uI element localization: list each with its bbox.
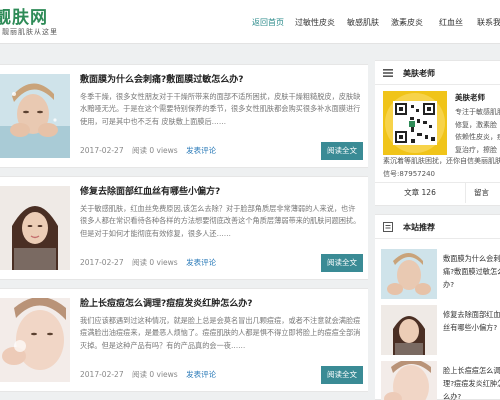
widget-title: 本站推荐 (403, 223, 435, 232)
post-thumbnail[interactable] (0, 186, 70, 270)
recommend-widget: 本站推荐 敷面膜为什么会刺痛?敷面膜过敏怎么办? 修复去除面部红血丝有哪些小偏方… (375, 214, 500, 400)
comment-count[interactable]: 留言 (465, 183, 500, 203)
logo-subtitle: 靓丽肌肤从这里 (2, 28, 58, 36)
post-excerpt: 关于敏感肌肤，红血丝免费原因,该怎么去除？对于脸部角质层非常薄弱的人来说，也许很… (80, 204, 361, 238)
post-card: 修复去除面部红血丝有哪些小偏方? 关于敏感肌肤，红血丝免费原因,该怎么去除？对于… (0, 176, 368, 280)
post-comment-link[interactable]: 发表评论 (186, 370, 216, 379)
recommend-title[interactable]: 修复去除面部红血丝有哪些小偏方? (443, 308, 500, 348)
author-bio-line: 修复，激素脸 (455, 120, 497, 129)
author-widget: 美肤老师 美肤老师 专注于敏感肌肤 修复，激素脸 依赖性皮炎，痘 复治疗，擦脸 (375, 60, 500, 206)
qr-code-icon (383, 91, 447, 155)
author-name[interactable]: 美肤老师 (455, 92, 485, 103)
site-header: 靓肤网 靓丽肌肤从这里 返回首页 过敏性皮炎 敏感肌肤 激素皮炎 红血丝 联系我 (0, 0, 500, 44)
recommend-thumbnail[interactable] (381, 305, 437, 355)
read-more-button[interactable]: 阅读全文 (321, 142, 363, 160)
recommend-item[interactable]: 脸上长痘痘怎么调理?痘痘发炎红肿怎么办? (381, 361, 500, 400)
author-bio-line: 素沉着等肌肤困扰，还你自信美丽肌肤 (383, 157, 500, 165)
nav-item-red-capillaries[interactable]: 红血丝 (439, 17, 463, 28)
nav-item-home[interactable]: 返回首页 (252, 17, 284, 28)
post-excerpt: 我们应该都遇到过这种情况，就是脸上总是会莫名冒出几颗痘痘，或者不注意就会满脸痘痘… (80, 316, 361, 350)
post-comment-link[interactable]: 发表评论 (186, 258, 216, 267)
post-thumbnail[interactable] (0, 74, 70, 158)
reading-icon (383, 222, 393, 232)
recommend-thumbnail[interactable] (381, 249, 437, 299)
post-views: 阅读 0 views (131, 146, 178, 155)
post-card: 敷面膜为什么会刺痛?敷面膜过敏怎么办? 冬季干燥，很多女性朋友对于干燥所带来的面… (0, 64, 368, 168)
nav-item-allergic-dermatitis[interactable]: 过敏性皮炎 (295, 17, 335, 28)
post-comment-link[interactable]: 发表评论 (186, 146, 216, 155)
post-excerpt: 冬季干燥，很多女性朋友对于干燥所带来的面部不适所困扰，皮肤干燥粗糙脱皮，皮肤缺水… (80, 92, 361, 126)
post-thumbnail[interactable] (0, 298, 70, 382)
post-date: 2017-02-27 (80, 370, 124, 379)
post-meta: 2017-02-27 阅读 0 views 发表评论 (80, 257, 222, 268)
recommend-item[interactable]: 敷面膜为什么会刺痛?敷面膜过敏怎么办? (381, 249, 500, 301)
recommend-thumbnail[interactable] (381, 361, 437, 400)
post-title[interactable]: 脸上长痘痘怎么调理?痘痘发炎红肿怎么办? (80, 296, 252, 309)
widget-title: 美肤老师 (403, 69, 435, 78)
post-title[interactable]: 敷面膜为什么会刺痛?敷面膜过敏怎么办? (80, 72, 243, 85)
nav-item-contact[interactable]: 联系我 (477, 17, 500, 28)
main-nav: 返回首页 过敏性皮炎 敏感肌肤 激素皮炎 红血丝 联系我 (244, 17, 500, 33)
author-bio-line: 专注于敏感肌肤 (455, 108, 500, 116)
nav-item-sensitive-skin[interactable]: 敏感肌肤 (347, 17, 379, 28)
author-bio-line: 依赖性皮炎，痘 (455, 133, 500, 141)
author-bio-tail: 素沉着等肌肤困扰，还你自信美丽肌肤 信号:87957240 (383, 155, 500, 180)
post-card: 脸上长痘痘怎么调理?痘痘发炎红肿怎么办? 我们应该都遇到过这种情况，就是脸上总是… (0, 288, 368, 392)
recommend-title[interactable]: 敷面膜为什么会刺痛?敷面膜过敏怎么办? (443, 252, 500, 292)
author-stats: 文章 126 留言 (375, 182, 500, 203)
article-count[interactable]: 文章 126 (375, 183, 465, 203)
read-more-button[interactable]: 阅读全文 (321, 254, 363, 272)
widget-header: 本站推荐 (375, 215, 500, 239)
widget-header: 美肤老师 (375, 61, 500, 85)
post-meta: 2017-02-27 阅读 0 views 发表评论 (80, 145, 222, 156)
recommend-item[interactable]: 修复去除面部红血丝有哪些小偏方? (381, 305, 500, 357)
recommend-title[interactable]: 脸上长痘痘怎么调理?痘痘发炎红肿怎么办? (443, 364, 500, 400)
post-views: 阅读 0 views (131, 258, 178, 267)
post-meta: 2017-02-27 阅读 0 views 发表评论 (80, 369, 222, 380)
post-title[interactable]: 修复去除面部红血丝有哪些小偏方? (80, 184, 220, 197)
post-date: 2017-02-27 (80, 258, 124, 267)
author-bio: 专注于敏感肌肤 修复，激素脸 依赖性皮炎，痘 复治疗，擦脸 (455, 106, 500, 156)
post-date: 2017-02-27 (80, 146, 124, 155)
read-more-button[interactable]: 阅读全文 (321, 366, 363, 384)
site-logo[interactable]: 靓肤网 靓丽肌肤从这里 (0, 2, 70, 40)
menu-icon (383, 69, 393, 77)
author-bio-line: 信号:87957240 (383, 169, 435, 178)
post-views: 阅读 0 views (131, 370, 178, 379)
nav-item-hormone-dermatitis[interactable]: 激素皮炎 (391, 17, 423, 28)
logo-text: 靓肤网 (0, 8, 48, 28)
